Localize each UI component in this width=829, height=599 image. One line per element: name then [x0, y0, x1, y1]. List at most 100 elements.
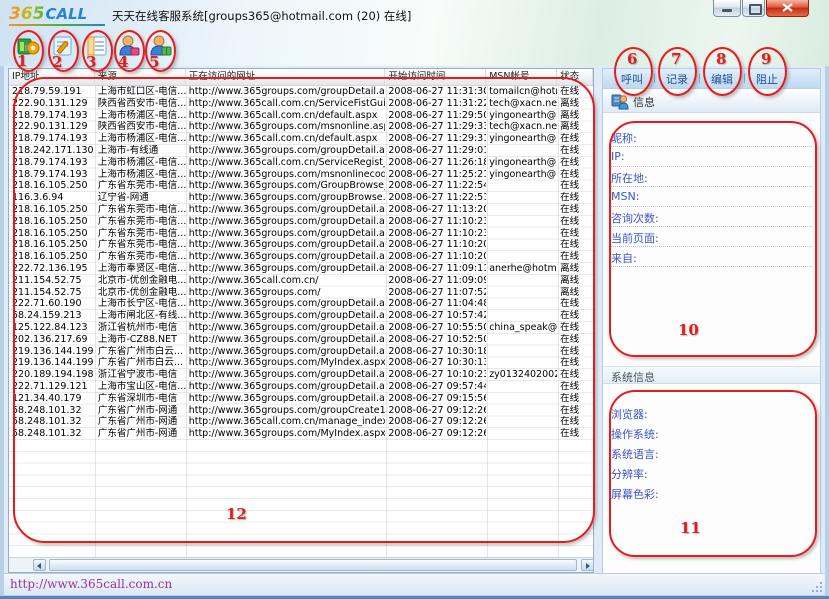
table-cell: 2008-06-27 11:10:20 [385, 251, 486, 263]
table-row[interactable]: 218.79.174.193上海市杨浦区-电信...http://www.365… [9, 133, 593, 145]
window-title: 天天在线客服系统[groups365@hotmail.com (20) 在线] [112, 8, 411, 24]
table-cell: 在线 [557, 381, 593, 393]
table-row[interactable]: 222.72.136.195上海市奉贤区-电信...http://www.365… [9, 263, 593, 275]
table-row[interactable]: 58.248.101.32广东省广州市-网通http://www.365grou… [9, 405, 593, 417]
table-cell: 上海市闸北区-有线... [95, 310, 186, 322]
info-section-header: 信息 [603, 89, 820, 113]
scrollbar-thumb[interactable] [49, 559, 577, 571]
table-cell: 218.79.174.193 [9, 133, 95, 145]
table-cell [486, 228, 557, 240]
table-row[interactable]: 218.79.174.193上海市杨浦区-电信...http://www.365… [9, 110, 593, 122]
table-cell: http://www.365groups.com/groupDetail.asp… [186, 228, 386, 240]
table-row[interactable]: 222.90.131.129陕西省西安市-电信...http://www.365… [9, 98, 593, 110]
column-header[interactable]: 状态 [557, 69, 593, 85]
table-row[interactable]: 202.136.217.69上海市-CZ88.NEThttp://www.365… [9, 334, 593, 346]
action-separator: | [649, 73, 660, 84]
table-row[interactable]: 58.24.159.213上海市闸北区-有线...http://www.365g… [9, 310, 593, 322]
table-cell: 2008-06-27 09:12:26 [385, 405, 486, 417]
table-row[interactable]: 222.71.60.190上海市长宁区-电信...http://www.365g… [9, 298, 593, 310]
close-icon [782, 3, 793, 12]
table-cell: 在线 [557, 346, 593, 358]
minimize-button[interactable] [713, 0, 741, 17]
system-section-title: 系统信息 [603, 366, 820, 384]
column-header[interactable]: MSN帐号 [486, 69, 557, 85]
table-row[interactable]: 218.16.105.250广东省东莞市-电信...http://www.365… [9, 228, 593, 240]
table-row[interactable]: 220.189.194.198浙江省宁波市-电信http://www.365gr… [9, 369, 593, 381]
table-cell: http://www.365call.com.cn/default.aspx [186, 133, 386, 145]
table-row[interactable]: 58.248.101.32广东省广州市-网通http://www.365grou… [9, 428, 593, 440]
table-row[interactable]: 121.34.40.179广东省深圳市-电信http://www.365grou… [9, 393, 593, 405]
table-cell: 2008-06-27 10:30:13 [385, 357, 486, 369]
table-cell: http://www.365groups.com/groupDetail.asp… [186, 334, 386, 346]
table-cell: 218.16.105.250 [9, 204, 95, 216]
column-header[interactable]: 来源 [95, 69, 186, 85]
table-row[interactable]: 116.3.6.94辽宁省-网通http://www.365groups.com… [9, 192, 593, 204]
visitor-panel: 呼叫|记录|编辑|阻止 信息 昵称:IP:所在地:MSN:咨询次数:当前页面:来… [602, 68, 821, 587]
table-row[interactable]: 58.248.101.32广东省广州市-网通http://www.365call… [9, 416, 593, 428]
table-row[interactable]: 218.16.105.250广东省东莞市-电信...http://www.365… [9, 180, 593, 192]
table-cell: 在线 [557, 228, 593, 240]
minimize-icon [722, 9, 732, 12]
table-cell: 219.136.144.199 [9, 346, 95, 358]
table-cell: 2008-06-27 09:15:56 [385, 393, 486, 405]
settings-icon[interactable] [15, 33, 41, 59]
action-button[interactable]: 呼叫 [615, 71, 649, 87]
scroll-left-button[interactable] [33, 559, 46, 571]
user-card-icon[interactable] [116, 33, 142, 59]
table-cell: 218.16.105.250 [9, 180, 95, 192]
action-button[interactable]: 阻止 [750, 71, 784, 87]
table-cell: yingonearth@liv... [486, 157, 557, 169]
status-link[interactable]: http://www.365call.com.cn [10, 577, 172, 591]
horizontal-scrollbar[interactable] [9, 557, 593, 572]
info-fields: 昵称:IP:所在地:MSN:咨询次数:当前页面:来自: [603, 127, 820, 267]
table-row[interactable]: 222.90.131.129陕西省西安市-电信...http://www.365… [9, 121, 593, 133]
table-row[interactable]: 219.136.144.199广东省广州市白云...http://www.365… [9, 346, 593, 358]
scroll-right-button[interactable] [581, 559, 594, 571]
table-cell: 离线 [557, 263, 593, 275]
table-cell: 2008-06-27 11:07:52 [385, 287, 486, 299]
table-cell: 上海市虹口区-电信... [95, 86, 186, 98]
table-cell: 广东省东莞市-电信... [95, 239, 186, 251]
table-cell: 222.72.136.195 [9, 263, 95, 275]
table-row[interactable]: 218.79.174.193上海市杨浦区-电信...http://www.365… [9, 169, 593, 181]
table-row[interactable]: 211.154.52.75北京市-优创金融电...http://www.365g… [9, 287, 593, 299]
table-cell: 218.16.105.250 [9, 228, 95, 240]
column-header[interactable]: 开始访问时间 [385, 69, 486, 85]
table-row[interactable]: 219.136.144.199广东省广州市白云...http://www.365… [9, 357, 593, 369]
table-row[interactable]: 211.154.52.75北京市-优创金融电...http://www.365c… [9, 275, 593, 287]
system-field-label: 屏幕色彩: [611, 483, 812, 503]
records-icon[interactable] [84, 33, 110, 59]
table-cell: 218.16.105.250 [9, 216, 95, 228]
table-row[interactable]: 218.242.171.130上海市-有线通http://www.365grou… [9, 145, 593, 157]
action-button[interactable]: 编辑 [705, 71, 739, 87]
table-row[interactable]: 125.122.84.123浙江省杭州市-电信http://www.365gro… [9, 322, 593, 334]
column-header[interactable]: IP地址 [9, 69, 95, 85]
maximize-button[interactable] [742, 0, 765, 17]
close-button[interactable] [766, 0, 809, 17]
resize-grip[interactable] [810, 580, 822, 592]
table-cell [486, 405, 557, 417]
table-cell: china_speak@h... [486, 322, 557, 334]
user-contact-icon[interactable] [147, 33, 173, 59]
table-cell: 上海市宝山区-电信... [95, 381, 186, 393]
table-row[interactable]: 218.16.105.250广东省东莞市-电信...http://www.365… [9, 251, 593, 263]
edit-note-icon[interactable] [50, 33, 76, 59]
table-cell: 在线 [557, 428, 593, 440]
table-row[interactable]: 222.71.129.121上海市宝山区-电信...http://www.365… [9, 381, 593, 393]
table-cell: 116.3.6.94 [9, 192, 95, 204]
table-row[interactable]: 218.16.105.250广东省东莞市-电信...http://www.365… [9, 239, 593, 251]
table-cell: http://www.365groups.com/groupCreate1.as… [186, 405, 386, 417]
table-cell: 广东省广州市-网通 [95, 405, 186, 417]
table-cell: 58.248.101.32 [9, 405, 95, 417]
action-button[interactable]: 记录 [660, 71, 694, 87]
table-row[interactable]: 218.79.174.193上海市杨浦区-电信...http://www.365… [9, 157, 593, 169]
table-row[interactable]: 218.16.105.250广东省东莞市-电信...http://www.365… [9, 216, 593, 228]
table-cell: 125.122.84.123 [9, 322, 95, 334]
table-row[interactable]: 218.79.59.191上海市虹口区-电信...http://www.365g… [9, 86, 593, 98]
table-cell: 218.79.174.193 [9, 110, 95, 122]
action-separator: | [694, 73, 705, 84]
column-header[interactable]: 正在访问的网址 [186, 69, 386, 85]
table-cell: 离线 [557, 287, 593, 299]
table-row[interactable]: 218.16.105.250广东省东莞市-电信...http://www.365… [9, 204, 593, 216]
table-cell [486, 381, 557, 393]
